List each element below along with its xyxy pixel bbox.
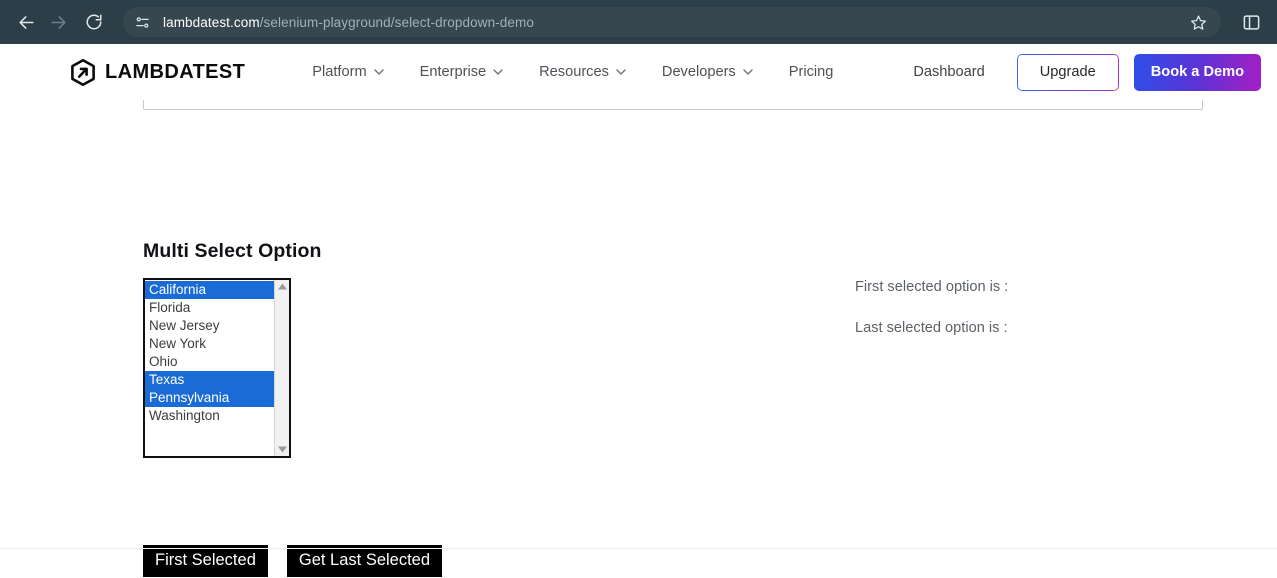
bookmark-button[interactable] — [1183, 7, 1213, 37]
arrow-right-icon — [49, 13, 68, 32]
forward-button[interactable] — [42, 6, 74, 38]
tune-icon — [135, 15, 150, 30]
previous-section-card — [143, 100, 1203, 110]
nav-label: Platform — [312, 64, 366, 80]
last-selected-result: Last selected option is : — [855, 320, 1008, 336]
nav-item-enterprise[interactable]: Enterprise — [402, 58, 522, 86]
upgrade-label: Upgrade — [1040, 64, 1096, 80]
scroll-up-arrow-icon[interactable] — [277, 282, 288, 291]
nav-label: Enterprise — [420, 64, 487, 80]
nav-item-platform[interactable]: Platform — [294, 58, 401, 86]
option-pennsylvania[interactable]: Pennsylvania — [145, 389, 274, 407]
upgrade-button[interactable]: Upgrade — [1017, 54, 1119, 91]
chevron-down-icon — [616, 69, 626, 75]
option-new-york[interactable]: New York — [145, 335, 274, 353]
book-a-demo-button[interactable]: Book a Demo — [1134, 54, 1261, 91]
action-buttons: First Selected Get Last Selected — [143, 545, 442, 577]
nav-item-developers[interactable]: Developers — [644, 58, 771, 86]
url-path: /selenium-playground/select-dropdown-dem… — [260, 15, 534, 30]
get-last-selected-button[interactable]: Get Last Selected — [287, 545, 442, 577]
site-header: LAMBDATEST Platform Enterprise Resources… — [0, 44, 1277, 100]
nav-label: Resources — [539, 64, 609, 80]
book-demo-label: Book a Demo — [1151, 64, 1244, 80]
header-actions: Dashboard Upgrade Book a Demo — [903, 54, 1261, 91]
lambdatest-logo[interactable]: LAMBDATEST — [70, 59, 245, 86]
last-selected-label: Last selected option is : — [855, 320, 1008, 336]
page-content: Multi Select Option California Florida N… — [0, 100, 1277, 578]
option-ohio[interactable]: Ohio — [145, 353, 274, 371]
first-selected-button[interactable]: First Selected — [143, 545, 268, 577]
option-washington[interactable]: Washington — [145, 407, 274, 425]
chevron-down-icon — [743, 69, 753, 75]
first-selected-result: First selected option is : — [855, 279, 1008, 295]
first-selected-label: First selected option is : — [855, 279, 1008, 295]
nav-item-resources[interactable]: Resources — [521, 58, 644, 86]
url-domain: lambdatest.com — [163, 15, 260, 30]
lambdatest-hexagon-logo — [70, 59, 96, 86]
nav-item-pricing[interactable]: Pricing — [771, 58, 852, 86]
browser-toolbar: lambdatest.com/selenium-playground/selec… — [0, 0, 1277, 44]
option-florida[interactable]: Florida — [145, 299, 274, 317]
main-navigation: Platform Enterprise Resources Developers… — [294, 58, 851, 86]
listbox-scrollbar[interactable] — [274, 280, 289, 456]
option-new-jersey[interactable]: New Jersey — [145, 317, 274, 335]
chevron-down-icon — [493, 69, 503, 75]
site-settings-button[interactable] — [129, 9, 155, 35]
nav-label: Developers — [662, 64, 736, 80]
section-divider — [0, 548, 1277, 549]
reload-button[interactable] — [78, 6, 110, 38]
multi-select-listbox[interactable]: California Florida New Jersey New York O… — [143, 278, 291, 458]
logo-wordmark: LAMBDATEST — [105, 61, 245, 84]
dashboard-link[interactable]: Dashboard — [903, 58, 994, 86]
section-title: Multi Select Option — [143, 240, 322, 263]
star-icon — [1190, 14, 1207, 31]
option-texas[interactable]: Texas — [145, 371, 274, 389]
url-text: lambdatest.com/selenium-playground/selec… — [163, 15, 1183, 30]
back-button[interactable] — [10, 6, 42, 38]
address-bar[interactable]: lambdatest.com/selenium-playground/selec… — [123, 7, 1221, 37]
scroll-down-arrow-icon[interactable] — [277, 445, 288, 454]
chevron-down-icon — [374, 69, 384, 75]
option-california[interactable]: California — [145, 281, 274, 299]
reload-icon — [85, 13, 103, 31]
side-panel-button[interactable] — [1235, 6, 1267, 38]
nav-label: Pricing — [789, 64, 834, 80]
option-list: California Florida New Jersey New York O… — [145, 280, 274, 456]
arrow-left-icon — [17, 13, 36, 32]
side-panel-icon — [1242, 13, 1261, 32]
